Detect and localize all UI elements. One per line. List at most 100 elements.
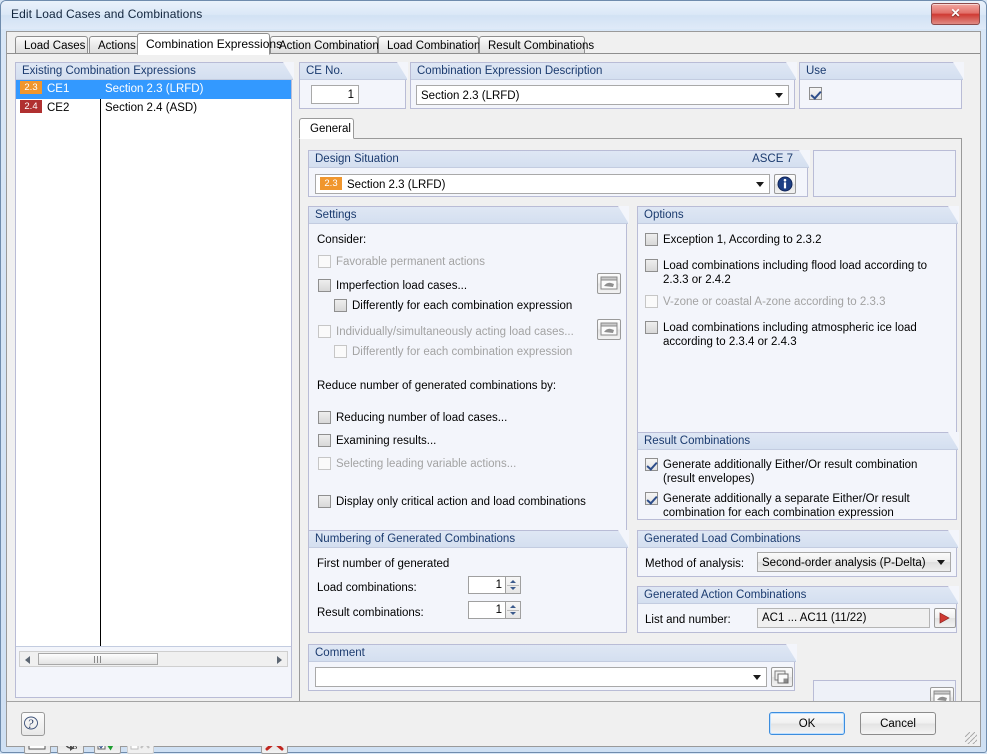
comment-library-button[interactable] — [771, 667, 793, 687]
panel-corner — [786, 644, 797, 662]
imperfection-differently-checkbox[interactable] — [334, 299, 347, 312]
tab-action-combinations[interactable]: Action Combinations — [270, 36, 384, 54]
row-description-cell: Section 2.4 (ASD) — [105, 102, 198, 114]
window-title: Edit Load Cases and Combinations — [11, 7, 203, 21]
method-of-analysis-combo[interactable]: Second-order analysis (P-Delta) — [757, 552, 951, 572]
individually-simultaneously-label: Individually/simultaneously acting load … — [336, 326, 574, 338]
comment-combo[interactable] — [315, 667, 767, 687]
comment-title-text: Comment — [315, 647, 365, 659]
use-title-text: Use — [806, 65, 827, 77]
panel-corner — [397, 62, 408, 80]
help-button[interactable]: ? — [21, 712, 45, 736]
use-panel: Use — [799, 62, 964, 109]
generate-either-or-label: Generate additionally Either/Or result c… — [663, 459, 918, 485]
generate-separate-either-or-label: Generate additionally a separate Either/… — [663, 493, 910, 519]
use-title: Use — [800, 62, 964, 80]
display-only-critical-checkbox[interactable] — [318, 495, 331, 508]
tab-load-combinations[interactable]: Load Combinations — [378, 36, 486, 54]
table-row[interactable]: 2.4 CE2 Section 2.4 (ASD) — [16, 99, 291, 118]
scroll-left-arrow-icon[interactable] — [20, 652, 36, 666]
individually-differently-checkbox[interactable] — [334, 345, 347, 358]
atmospheric-ice-label: Load combinations including atmospheric … — [663, 322, 917, 348]
examining-results-checkbox[interactable] — [318, 434, 331, 447]
tab-load-cases[interactable]: Load Cases — [15, 36, 88, 54]
list-and-number-label: List and number: — [645, 614, 731, 626]
design-situation-combo[interactable]: 2.3 Section 2.3 (LRFD) — [315, 174, 770, 194]
row-name-cell: 2.4 CE2 — [16, 99, 100, 118]
settings-title: Settings — [309, 206, 629, 224]
chevron-down-icon — [753, 675, 761, 680]
reducing-number-load-cases-checkbox[interactable] — [318, 411, 331, 424]
load-combinations-label: Load combinations: — [317, 582, 417, 594]
existing-panel-title: Existing Combination Expressions — [16, 62, 294, 80]
generate-separate-either-or-checkbox[interactable] — [645, 492, 658, 505]
settings-panel: Settings Consider: Favorable permanent a… — [308, 206, 629, 554]
use-checkbox[interactable] — [809, 87, 822, 100]
chevron-down-icon — [756, 182, 764, 187]
tab-actions[interactable]: Actions — [89, 36, 139, 54]
numbering-title-text: Numbering of Generated Combinations — [315, 533, 516, 545]
load-combinations-input[interactable]: 1 — [468, 576, 506, 594]
v-zone-checkbox[interactable] — [645, 295, 658, 308]
options-title: Options — [638, 206, 959, 224]
panel-corner — [786, 62, 797, 80]
favorable-permanent-actions-checkbox[interactable] — [318, 255, 331, 268]
play-arrow-icon — [939, 612, 950, 624]
flood-load-checkbox[interactable] — [645, 259, 658, 272]
numbering-panel: Numbering of Generated Combinations Firs… — [308, 530, 629, 633]
ok-button[interactable]: OK — [769, 712, 845, 735]
v-zone-label: V-zone or coastal A-zone according to 2.… — [663, 296, 886, 308]
settings-title-text: Settings — [315, 209, 357, 221]
generated-action-go-button[interactable] — [934, 608, 956, 628]
spin-up-icon[interactable] — [506, 602, 520, 610]
design-situation-info-button[interactable] — [774, 174, 796, 194]
spin-down-icon[interactable] — [506, 610, 520, 618]
resize-grip-icon[interactable] — [965, 732, 977, 744]
result-combinations-spin-buttons[interactable] — [506, 601, 521, 619]
atmospheric-ice-checkbox[interactable] — [645, 321, 658, 334]
individually-simultaneously-select-button[interactable] — [597, 319, 621, 340]
exception-1-checkbox[interactable] — [645, 233, 658, 246]
scroll-thumb[interactable] — [38, 653, 158, 665]
ce-no-input[interactable]: 1 — [311, 85, 359, 104]
selecting-leading-variable-actions-checkbox[interactable] — [318, 457, 331, 470]
imperfection-load-cases-select-button[interactable] — [597, 273, 621, 294]
tag-badge: 2.4 — [20, 100, 42, 114]
result-combinations-input[interactable]: 1 — [468, 601, 506, 619]
ce-no-title-text: CE No. — [306, 65, 344, 77]
spin-up-icon[interactable] — [506, 577, 520, 585]
exception-1-label: Exception 1, According to 2.3.2 — [663, 234, 822, 246]
tab-general[interactable]: General — [299, 118, 354, 139]
tab-result-combinations[interactable]: Result Combinations — [479, 36, 594, 54]
spin-down-icon[interactable] — [506, 585, 520, 593]
tab-strip: Load Cases Actions Combination Expressio… — [7, 32, 980, 55]
panel-corner — [953, 62, 964, 80]
scroll-thumb-grip — [94, 656, 102, 663]
description-title-text: Combination Expression Description — [417, 65, 603, 77]
list-and-number-value: AC1 ... AC11 (11/22) — [757, 608, 930, 628]
favorable-permanent-actions-label: Favorable permanent actions — [336, 256, 485, 268]
existing-list[interactable]: 2.3 CE1 Section 2.3 (LRFD) 2.4 CE2 Section… — [16, 80, 291, 647]
close-button[interactable]: ✕ — [931, 3, 980, 25]
generate-either-or-checkbox[interactable] — [645, 458, 658, 471]
consider-label: Consider: — [317, 234, 367, 246]
scroll-right-arrow-icon[interactable] — [271, 652, 287, 666]
description-title: Combination Expression Description — [411, 62, 797, 80]
pick-window-icon — [600, 322, 618, 336]
imperfection-load-cases-checkbox[interactable] — [318, 279, 331, 292]
close-icon: ✕ — [950, 6, 961, 20]
panel-corner — [618, 206, 629, 224]
tab-combination-expressions[interactable]: Combination Expressions — [137, 33, 282, 55]
load-combinations-spin-buttons[interactable] — [506, 576, 521, 594]
generated-load-title: Generated Load Combinations — [638, 530, 959, 548]
dialog-window: Edit Load Cases and Combinations ✕ Load … — [0, 0, 987, 754]
row-name: CE2 — [47, 102, 70, 114]
description-combo[interactable]: Section 2.3 (LRFD) — [416, 85, 789, 105]
table-row[interactable]: 2.3 CE1 Section 2.3 (LRFD) — [16, 80, 291, 99]
individually-simultaneously-checkbox[interactable] — [318, 325, 331, 338]
cancel-button[interactable]: Cancel — [860, 712, 936, 735]
method-of-analysis-value: Second-order analysis (P-Delta) — [762, 557, 926, 569]
list-horizontal-scrollbar[interactable] — [19, 651, 288, 667]
tag-badge: 2.3 — [20, 81, 42, 95]
existing-panel-title-text: Existing Combination Expressions — [22, 65, 196, 77]
